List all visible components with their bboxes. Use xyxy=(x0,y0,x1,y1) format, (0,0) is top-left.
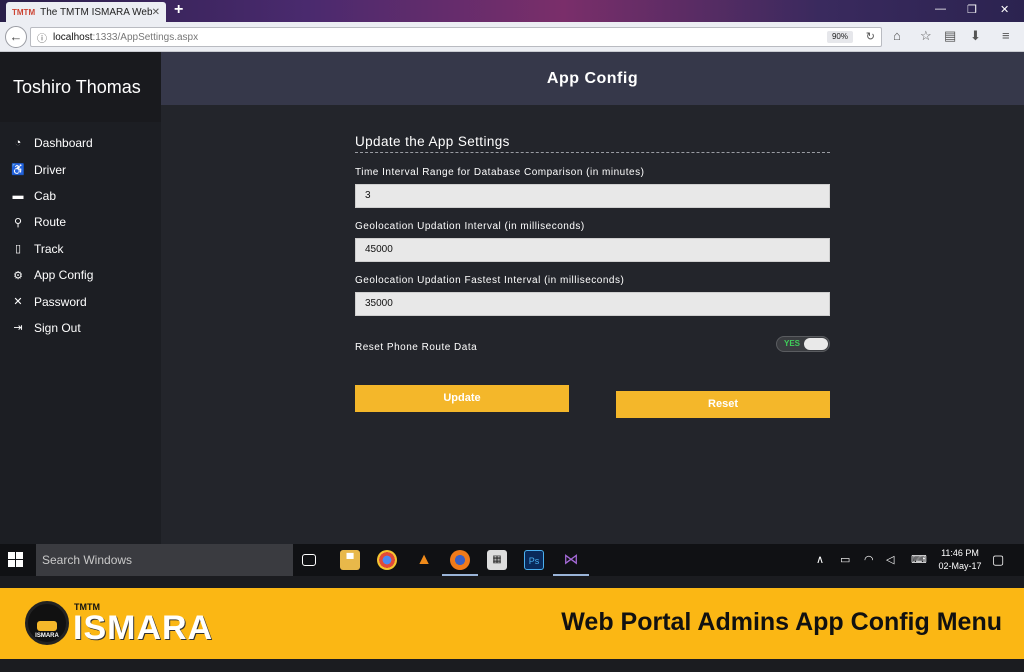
gear-icon: ⚙ xyxy=(13,269,23,282)
url-host: localhost xyxy=(53,31,93,43)
sign-out-icon: ⇥ xyxy=(13,322,23,335)
sidebar-item-password[interactable]: ✕ Password xyxy=(0,288,161,314)
sidebar-item-label: Driver xyxy=(34,162,66,177)
main-content: App Config Update the App Settings Time … xyxy=(161,52,1024,544)
logo-text: ISMARA xyxy=(73,609,214,647)
reset-route-row: Reset Phone Route Data YES xyxy=(355,336,830,354)
wifi-icon[interactable]: ◠ xyxy=(864,553,874,566)
visual-studio-icon[interactable]: ⋈ xyxy=(553,550,589,576)
firefox-icon[interactable] xyxy=(442,550,478,576)
keyboard-icon[interactable]: ⌨ xyxy=(911,553,927,566)
form-title: Update the App Settings xyxy=(355,134,830,153)
url-bar[interactable]: ⓘ localhost :1333/AppSettings.aspx 90% ↻ xyxy=(30,27,882,47)
sidebar-item-dashboard[interactable]: ◔ Dashboard xyxy=(0,130,161,156)
sidebar-item-label: Cab xyxy=(34,188,57,203)
site-info-icon[interactable]: ⓘ xyxy=(37,30,47,45)
tray-expand-icon[interactable]: ∧ xyxy=(816,553,824,566)
vlc-icon[interactable]: ▲ xyxy=(414,550,434,570)
taskbar-clock[interactable]: 11:46 PM 02-May-17 xyxy=(930,547,990,573)
restore-icon[interactable]: ❐ xyxy=(967,3,977,16)
map-pin-icon: ⚲ xyxy=(13,216,23,229)
speedometer-icon: ◔ xyxy=(14,137,22,150)
time-interval-input[interactable]: 3 xyxy=(355,184,830,208)
bottom-strip xyxy=(0,659,1024,672)
reset-route-label: Reset Phone Route Data xyxy=(355,342,478,353)
cab-logo-icon xyxy=(37,621,57,631)
chrome-icon[interactable] xyxy=(377,550,397,570)
battery-icon[interactable]: ▭ xyxy=(840,553,850,566)
windows-taskbar: Search Windows ▀ ▲ ▦ Ps ⋈ ∧ ▭ ◠ ◁ ⌨ 11:4… xyxy=(0,544,1024,576)
browser-tab[interactable]: TMTM The TMTM ISMARA Website ✕ xyxy=(6,2,166,22)
photoshop-icon[interactable]: Ps xyxy=(524,550,544,570)
menu-icon[interactable]: ≡ xyxy=(1002,28,1010,43)
screenshot-root: TMTM The TMTM ISMARA Website ✕ + — ❐ ✕ ←… xyxy=(0,0,1024,672)
reset-route-toggle[interactable]: YES xyxy=(776,336,830,352)
browser-toolbar: ← ⓘ localhost :1333/AppSettings.aspx 90%… xyxy=(0,22,1024,52)
geolocation-fastest-interval-input[interactable]: 35000 xyxy=(355,292,830,316)
bookmark-star-icon[interactable]: ☆ xyxy=(920,28,932,44)
home-icon[interactable]: ⌂ xyxy=(893,28,901,43)
geolocation-interval-label: Geolocation Updation Interval (in millis… xyxy=(355,221,585,232)
notifications-icon[interactable]: ▢ xyxy=(992,552,1004,568)
user-name: Toshiro Thomas xyxy=(0,52,161,122)
sidebar-item-label: Password xyxy=(34,294,87,309)
windows-start-icon[interactable] xyxy=(8,552,24,568)
update-button[interactable]: Update xyxy=(355,385,569,412)
file-explorer-icon[interactable]: ▀ xyxy=(340,550,360,570)
sidebar-item-cab[interactable]: ▬ Cab xyxy=(0,183,161,209)
sidebar-item-label: App Config xyxy=(34,268,94,283)
geolocation-interval-input[interactable]: 45000 xyxy=(355,238,830,262)
minimize-icon[interactable]: — xyxy=(935,3,946,15)
cab-icon: ▬ xyxy=(12,189,24,202)
sidebar-item-sign-out[interactable]: ⇥ Sign Out xyxy=(0,315,161,341)
reading-list-icon[interactable]: ▤ xyxy=(944,28,956,44)
sidebar-item-app-config[interactable]: ⚙ App Config xyxy=(0,262,161,288)
tab-close-icon[interactable]: ✕ xyxy=(152,7,160,18)
banner-caption: Web Portal Admins App Config Menu xyxy=(561,608,1002,636)
toggle-knob xyxy=(804,338,828,350)
sidebar-item-label: Dashboard xyxy=(34,136,93,151)
taskbar-search-input[interactable]: Search Windows xyxy=(36,544,293,576)
sidebar: Toshiro Thomas ◔ Dashboard ♿ Driver ▬ Ca… xyxy=(0,52,161,544)
sidebar-item-driver[interactable]: ♿ Driver xyxy=(0,156,161,182)
tools-icon: ✕ xyxy=(13,296,23,309)
volume-icon[interactable]: ◁ xyxy=(886,553,894,566)
sidebar-item-label: Sign Out xyxy=(34,320,81,335)
reset-button[interactable]: Reset xyxy=(616,391,830,418)
app-settings-form: Update the App Settings Time Interval Ra… xyxy=(355,134,830,354)
task-view-icon[interactable] xyxy=(302,554,316,566)
clock-date: 02-May-17 xyxy=(938,561,982,571)
badge-text: ISMARA xyxy=(35,633,59,639)
page-title: App Config xyxy=(161,52,1024,105)
tab-title: The TMTM ISMARA Website xyxy=(40,6,152,18)
url-path: :1333/AppSettings.aspx xyxy=(92,31,199,43)
toggle-state-text: YES xyxy=(784,339,801,348)
sidebar-nav: ◔ Dashboard ♿ Driver ▬ Cab ⚲ Route ▯ Tra… xyxy=(0,130,161,341)
calculator-icon[interactable]: ▦ xyxy=(487,550,507,570)
separator-strip xyxy=(0,576,1024,588)
geolocation-fastest-interval-label: Geolocation Updation Fastest Interval (i… xyxy=(355,275,625,286)
new-tab-icon[interactable]: + xyxy=(174,1,183,19)
sidebar-item-route[interactable]: ⚲ Route xyxy=(0,209,161,235)
close-window-icon[interactable]: ✕ xyxy=(1000,3,1009,16)
sidebar-item-label: Track xyxy=(34,241,64,256)
driver-seat-icon: ♿ xyxy=(11,164,25,177)
sidebar-item-label: Route xyxy=(34,215,67,230)
mobile-phone-icon: ▯ xyxy=(14,243,22,256)
zoom-level[interactable]: 90% xyxy=(826,31,853,43)
download-icon[interactable]: ⬇ xyxy=(970,28,981,44)
browser-titlebar: TMTM The TMTM ISMARA Website ✕ + — ❐ ✕ xyxy=(0,0,1024,22)
sidebar-item-track[interactable]: ▯ Track xyxy=(0,236,161,262)
ismara-badge-logo-icon: ISMARA xyxy=(25,601,69,645)
time-interval-label: Time Interval Range for Database Compari… xyxy=(355,167,645,178)
site-favicon-icon: TMTM xyxy=(12,7,36,17)
reload-icon[interactable]: ↻ xyxy=(866,30,875,43)
clock-time: 11:46 PM xyxy=(941,548,979,558)
back-arrow-icon[interactable]: ← xyxy=(5,26,27,48)
